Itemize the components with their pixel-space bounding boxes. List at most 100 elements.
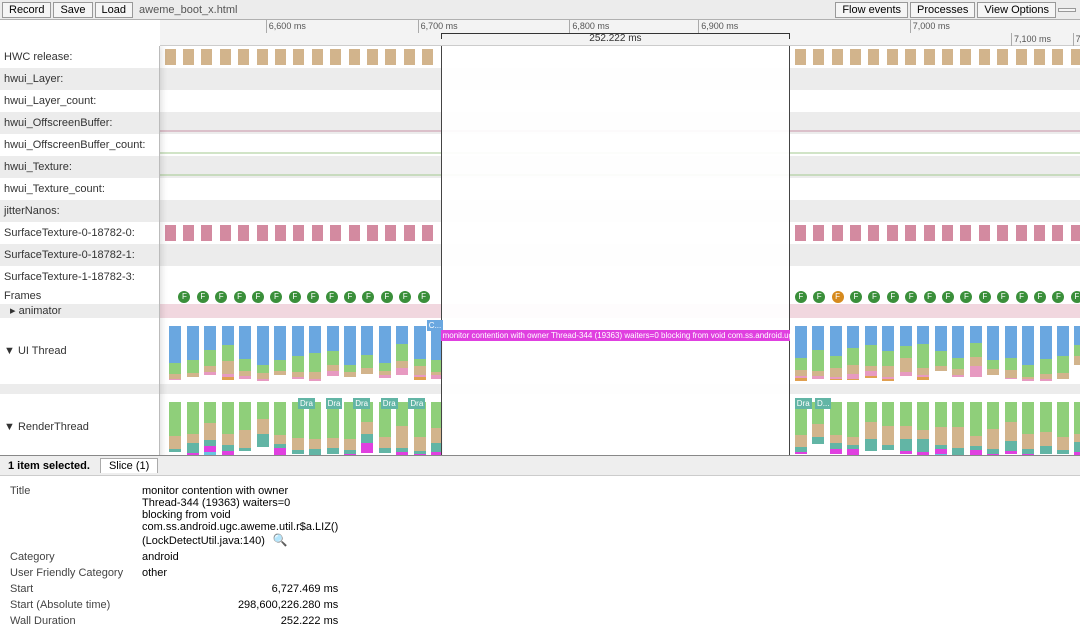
flame-column[interactable] (847, 326, 859, 382)
slice-chip[interactable]: Dra (326, 398, 343, 409)
flame-column[interactable] (865, 326, 877, 382)
counter-bar[interactable] (422, 49, 433, 65)
frame-dot[interactable]: F (997, 291, 1009, 303)
counter-bar[interactable] (795, 225, 806, 241)
flame-column[interactable] (414, 326, 426, 382)
counter-bar[interactable] (942, 225, 953, 241)
track-label[interactable]: ▼ UI Thread (0, 318, 159, 384)
flame-column[interactable] (361, 402, 373, 455)
track-row[interactable] (160, 46, 1080, 68)
flame-column[interactable] (1074, 402, 1080, 455)
flame-column[interactable] (830, 402, 842, 455)
flame-column[interactable] (344, 326, 356, 382)
frame-dot[interactable]: F (289, 291, 301, 303)
counter-bar[interactable] (312, 225, 323, 241)
counter-bar[interactable] (979, 225, 990, 241)
track-label[interactable]: SurfaceTexture-0-18782-0: (0, 222, 159, 244)
flame-column[interactable] (257, 326, 269, 382)
flame-column[interactable] (396, 402, 408, 455)
flame-column[interactable] (344, 402, 356, 455)
counter-bar[interactable] (367, 225, 378, 241)
flame-column[interactable] (970, 326, 982, 382)
frame-dot[interactable]: F (252, 291, 264, 303)
track-label[interactable]: SurfaceTexture-1-18782-3: (0, 266, 159, 288)
slice-chip[interactable]: D... (815, 398, 831, 409)
counter-bar[interactable] (905, 225, 916, 241)
slice-chip[interactable]: Dra (381, 398, 398, 409)
counter-bar[interactable] (220, 225, 231, 241)
counter-bar[interactable] (312, 49, 323, 65)
counter-bar[interactable] (257, 49, 268, 65)
flame-column[interactable] (239, 402, 251, 455)
counter-bar[interactable] (165, 49, 176, 65)
frame-dot[interactable]: F (326, 291, 338, 303)
counter-bar[interactable] (201, 49, 212, 65)
flame-column[interactable] (1057, 326, 1069, 382)
frame-dot[interactable]: F (1034, 291, 1046, 303)
counter-bar[interactable] (238, 49, 249, 65)
flame-column[interactable] (239, 326, 251, 382)
track-row[interactable] (160, 266, 1080, 288)
flame-column[interactable] (292, 326, 304, 382)
frame-dot[interactable]: F (362, 291, 374, 303)
flame-column[interactable] (1005, 402, 1017, 455)
frame-dot[interactable]: F (1016, 291, 1028, 303)
counter-bar[interactable] (385, 225, 396, 241)
time-ruler[interactable]: 6,600 ms6,700 ms6,800 ms6,900 ms7,000 ms… (160, 20, 1080, 46)
flame-column[interactable] (1022, 326, 1034, 382)
flame-column[interactable] (1040, 326, 1052, 382)
track-label[interactable]: hwui_Texture: (0, 156, 159, 178)
magnify-icon[interactable]: 🔍 (273, 533, 288, 547)
load-button[interactable]: Load (95, 2, 133, 18)
frame-dot[interactable]: F (234, 291, 246, 303)
track-row[interactable] (160, 112, 1080, 134)
counter-bar[interactable] (887, 225, 898, 241)
flame-column[interactable] (935, 402, 947, 455)
flame-column[interactable] (327, 402, 339, 455)
track-label[interactable]: hwui_Texture_count: (0, 178, 159, 200)
counter-bar[interactable] (813, 225, 824, 241)
counter-bar[interactable] (1052, 49, 1063, 65)
counter-bar[interactable] (183, 225, 194, 241)
frame-dot[interactable]: F (887, 291, 899, 303)
counter-bar[interactable] (367, 49, 378, 65)
frame-dot[interactable]: F (924, 291, 936, 303)
track-label[interactable]: SurfaceTexture-0-18782-1: (0, 244, 159, 266)
frame-dot[interactable]: F (270, 291, 282, 303)
counter-bar[interactable] (1016, 225, 1027, 241)
flame-column[interactable] (169, 326, 181, 382)
flame-column[interactable] (361, 326, 373, 382)
flame-column[interactable] (309, 326, 321, 382)
flame-column[interactable] (204, 402, 216, 455)
flame-column[interactable] (327, 326, 339, 382)
track-label[interactable]: hwui_OffscreenBuffer: (0, 112, 159, 134)
track-row[interactable] (160, 304, 1080, 318)
track-row[interactable]: FFFFFFFFFFFFFFFFFFFFFFFFFFFFFF (160, 288, 1080, 304)
flow-events-button[interactable]: Flow events (835, 2, 908, 18)
counter-bar[interactable] (832, 225, 843, 241)
flame-column[interactable] (292, 402, 304, 455)
flame-column[interactable] (309, 402, 321, 455)
counter-bar[interactable] (1034, 49, 1045, 65)
track-row[interactable] (160, 178, 1080, 200)
slice-chip[interactable]: Dra (408, 398, 425, 409)
flame-column[interactable] (917, 402, 929, 455)
counter-bar[interactable] (238, 225, 249, 241)
frame-dot[interactable]: F (178, 291, 190, 303)
flame-column[interactable] (970, 402, 982, 455)
frame-dot[interactable]: F (905, 291, 917, 303)
counter-bar[interactable] (422, 225, 433, 241)
flame-column[interactable] (204, 326, 216, 382)
slice-chip[interactable]: Dra (298, 398, 315, 409)
flame-column[interactable] (830, 326, 842, 382)
counter-bar[interactable] (349, 225, 360, 241)
counter-bar[interactable] (905, 49, 916, 65)
flame-column[interactable] (952, 326, 964, 382)
counter-bar[interactable] (275, 225, 286, 241)
track-label[interactable]: HWC release: (0, 46, 159, 68)
flame-column[interactable] (379, 402, 391, 455)
track-label[interactable]: ▸ animator (0, 304, 159, 318)
counter-bar[interactable] (795, 49, 806, 65)
flame-column[interactable] (987, 402, 999, 455)
counter-bar[interactable] (1016, 49, 1027, 65)
